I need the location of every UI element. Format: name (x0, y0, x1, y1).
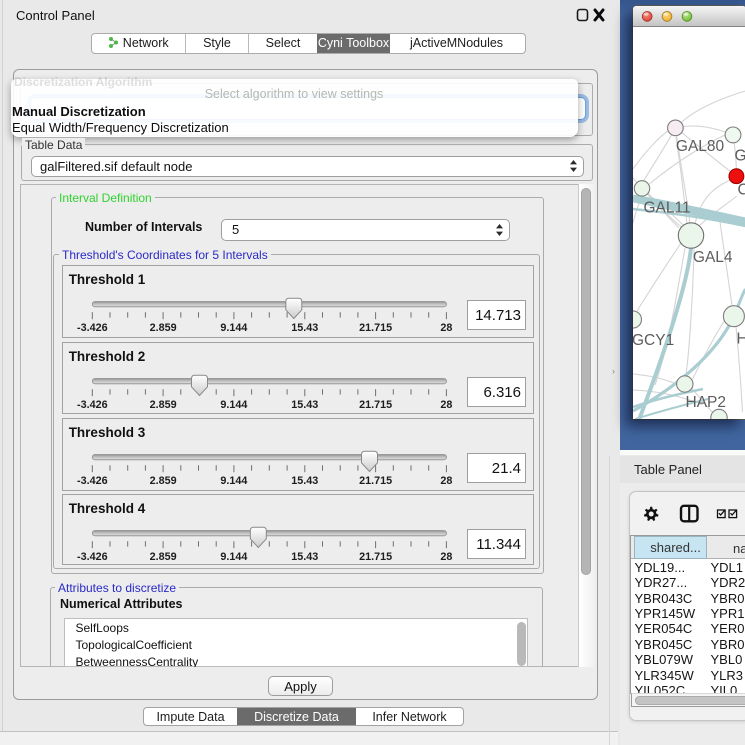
svg-text:2.859: 2.859 (149, 398, 176, 410)
svg-text:GAL11: GAL11 (643, 200, 690, 217)
svg-text:2.859: 2.859 (149, 551, 176, 563)
svg-text:-3.426: -3.426 (77, 551, 108, 563)
svg-text:HAP2: HAP2 (685, 394, 726, 411)
svg-text:GA: GA (734, 148, 745, 165)
svg-text:21.715: 21.715 (359, 475, 392, 487)
svg-text:-3.426: -3.426 (77, 398, 108, 410)
svg-text:9.144: 9.144 (220, 475, 247, 487)
svg-text:C: C (737, 182, 745, 199)
svg-text:15.43: 15.43 (291, 398, 318, 410)
svg-text:28: 28 (440, 398, 452, 410)
svg-text:28: 28 (440, 475, 452, 487)
svg-text:GCY1: GCY1 (633, 332, 674, 349)
svg-text:H: H (736, 331, 745, 348)
svg-text:15.43: 15.43 (291, 475, 318, 487)
svg-text:21.715: 21.715 (359, 551, 392, 563)
svg-text:GAL80: GAL80 (675, 138, 724, 155)
svg-text:9.144: 9.144 (220, 398, 247, 410)
svg-text:-3.426: -3.426 (77, 475, 108, 487)
svg-text:-3.426: -3.426 (77, 322, 108, 334)
svg-text:15.43: 15.43 (291, 322, 318, 334)
svg-text:21.715: 21.715 (359, 398, 392, 410)
svg-text:21.715: 21.715 (359, 322, 392, 334)
svg-text:9.144: 9.144 (220, 322, 247, 334)
svg-text:28: 28 (440, 551, 452, 563)
svg-text:2.859: 2.859 (149, 322, 176, 334)
svg-text:GAL4: GAL4 (692, 250, 732, 267)
svg-text:28: 28 (440, 322, 452, 334)
svg-text:2.859: 2.859 (149, 475, 176, 487)
svg-text:9.144: 9.144 (220, 551, 247, 563)
svg-text:15.43: 15.43 (291, 551, 318, 563)
